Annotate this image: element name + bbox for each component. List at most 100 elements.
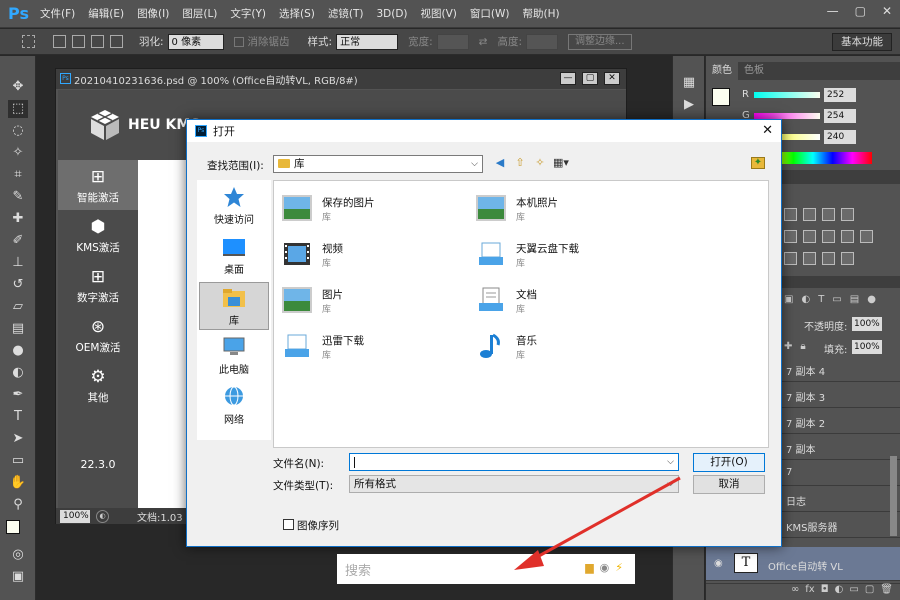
menu-3d[interactable]: 3D(D): [376, 8, 407, 20]
brush-tool-icon[interactable]: ✐: [8, 232, 28, 250]
chevron-down-icon[interactable]: ⌵: [667, 454, 674, 470]
doc-minimize-button[interactable]: —: [560, 72, 576, 85]
list-item[interactable]: 本机照片 库: [476, 193, 666, 233]
list-item[interactable]: 音乐 库: [476, 331, 666, 371]
list-item[interactable]: 保存的图片 库: [282, 193, 472, 233]
menu-image[interactable]: 图像(I): [137, 6, 169, 21]
height-input[interactable]: [526, 33, 558, 50]
adjustment-layer-icon[interactable]: ◐: [835, 584, 844, 600]
filter-pixel-icon[interactable]: ▣: [784, 294, 793, 305]
color-fg-swatch[interactable]: [712, 88, 730, 106]
levels-icon[interactable]: [784, 208, 797, 221]
status-info-icon[interactable]: ◐: [96, 509, 109, 523]
menu-edit[interactable]: 编辑(E): [88, 6, 124, 21]
menu-filter[interactable]: 滤镜(T): [328, 6, 364, 21]
zoom-field[interactable]: 100%: [60, 509, 90, 523]
marquee-tool-preset-icon[interactable]: [22, 35, 35, 48]
filter-type-icon[interactable]: T: [818, 294, 824, 305]
subtract-selection-icon[interactable]: [91, 35, 104, 48]
menu-help[interactable]: 帮助(H): [523, 6, 560, 21]
threshold-icon[interactable]: [822, 252, 835, 265]
menu-window[interactable]: 窗口(W): [470, 6, 510, 21]
up-folder-icon[interactable]: ⇧: [513, 156, 527, 170]
place-this-pc[interactable]: 此电脑: [199, 332, 269, 380]
lookin-combobox[interactable]: 库 ⌵: [273, 155, 483, 173]
swap-icon[interactable]: ⇄: [479, 36, 488, 48]
type-tool-icon[interactable]: T: [8, 408, 28, 426]
r-slider[interactable]: [754, 92, 820, 98]
invert-icon[interactable]: [784, 252, 797, 265]
crop-tool-icon[interactable]: ⌗: [8, 166, 28, 184]
doc-close-button[interactable]: ✕: [604, 72, 620, 85]
magic-wand-tool-icon[interactable]: ✧: [8, 144, 28, 162]
actions-panel-icon[interactable]: ▶: [679, 96, 699, 114]
doc-maximize-button[interactable]: ▢: [582, 72, 598, 85]
dialog-titlebar[interactable]: Ps 打开 ✕: [187, 120, 781, 142]
lasso-tool-icon[interactable]: ◌: [8, 122, 28, 140]
channel-mixer-icon[interactable]: [860, 230, 873, 243]
refine-edge-button[interactable]: 调整边缘...: [568, 33, 632, 50]
foreground-color-swatch[interactable]: [6, 520, 20, 534]
filter-shape-icon[interactable]: ▭: [832, 294, 841, 305]
eraser-tool-icon[interactable]: ▱: [8, 298, 28, 316]
list-item[interactable]: 视频 库: [282, 239, 472, 279]
black-white-icon[interactable]: [822, 230, 835, 243]
dodge-tool-icon[interactable]: ◐: [8, 364, 28, 382]
new-group-icon[interactable]: ▭: [849, 584, 858, 600]
layer-style-icon[interactable]: fx: [805, 584, 814, 600]
kms-item-other[interactable]: ⚙ 其他: [58, 360, 138, 410]
kms-item-smart[interactable]: ⊞ 智能激活: [58, 160, 138, 210]
clone-stamp-tool-icon[interactable]: ⊥: [8, 254, 28, 272]
filter-adjust-icon[interactable]: ◐: [801, 294, 810, 305]
pen-tool-icon[interactable]: ✒: [8, 386, 28, 404]
list-item[interactable]: 迅雷下载 库: [282, 331, 472, 371]
filename-input[interactable]: ⌵: [349, 453, 679, 471]
fill-input[interactable]: 100%: [852, 340, 882, 354]
photo-filter-icon[interactable]: [841, 230, 854, 243]
list-item[interactable]: 图片 库: [282, 285, 472, 325]
history-panel-icon[interactable]: ▦: [679, 74, 699, 92]
create-folder-icon[interactable]: ✦: [751, 157, 765, 169]
intersect-selection-icon[interactable]: [110, 35, 123, 48]
feather-input[interactable]: 0 像素: [167, 33, 224, 50]
antialias-checkbox[interactable]: [233, 36, 244, 47]
posterize-icon[interactable]: [803, 252, 816, 265]
path-selection-tool-icon[interactable]: ➤: [8, 430, 28, 448]
gradient-tool-icon[interactable]: ▤: [8, 320, 28, 338]
link-layers-icon[interactable]: ∞: [791, 584, 799, 600]
shape-tool-icon[interactable]: ▭: [8, 452, 28, 470]
menu-type[interactable]: 文字(Y): [230, 6, 266, 21]
hue-saturation-icon[interactable]: [784, 230, 797, 243]
layers-scrollbar[interactable]: [890, 456, 897, 536]
document-titlebar[interactable]: Ps 20210410231636.psd @ 100% (Office自动转V…: [56, 69, 626, 89]
vibrance-icon[interactable]: [841, 208, 854, 221]
tab-swatches[interactable]: 色板: [738, 62, 770, 80]
history-brush-tool-icon[interactable]: ↺: [8, 276, 28, 294]
delete-layer-icon[interactable]: 🗑︎: [880, 584, 893, 600]
place-network[interactable]: 网络: [199, 382, 269, 430]
filter-smart-icon[interactable]: ▤: [850, 294, 859, 305]
kms-item-oem[interactable]: ⊛ OEM激活: [58, 310, 138, 360]
r-value[interactable]: 252: [824, 88, 856, 102]
filter-toggle-icon[interactable]: ●: [867, 294, 876, 305]
width-input[interactable]: [436, 33, 469, 50]
add-selection-icon[interactable]: [72, 35, 85, 48]
layer-mask-icon[interactable]: ◘: [821, 584, 829, 600]
view-menu-icon[interactable]: ▦▾: [553, 156, 569, 170]
eyedropper-tool-icon[interactable]: ✎: [8, 188, 28, 206]
style-select[interactable]: 正常: [336, 33, 399, 50]
screen-mode-icon[interactable]: ▣: [8, 568, 28, 586]
healing-brush-tool-icon[interactable]: ✚: [8, 210, 28, 228]
gradient-map-icon[interactable]: [841, 252, 854, 265]
place-desktop[interactable]: 桌面: [199, 232, 269, 280]
hand-tool-icon[interactable]: ✋: [8, 474, 28, 492]
menu-view[interactable]: 视图(V): [421, 6, 457, 21]
cancel-button[interactable]: 取消: [693, 475, 765, 494]
new-folder-icon[interactable]: ✧: [533, 156, 547, 170]
marquee-tool-icon[interactable]: ⬚: [8, 100, 28, 118]
menu-file[interactable]: 文件(F): [40, 6, 75, 21]
g-value[interactable]: 254: [824, 109, 856, 123]
new-selection-icon[interactable]: [53, 35, 66, 48]
dialog-close-icon[interactable]: ✕: [762, 123, 773, 138]
blur-tool-icon[interactable]: ●: [8, 342, 28, 360]
